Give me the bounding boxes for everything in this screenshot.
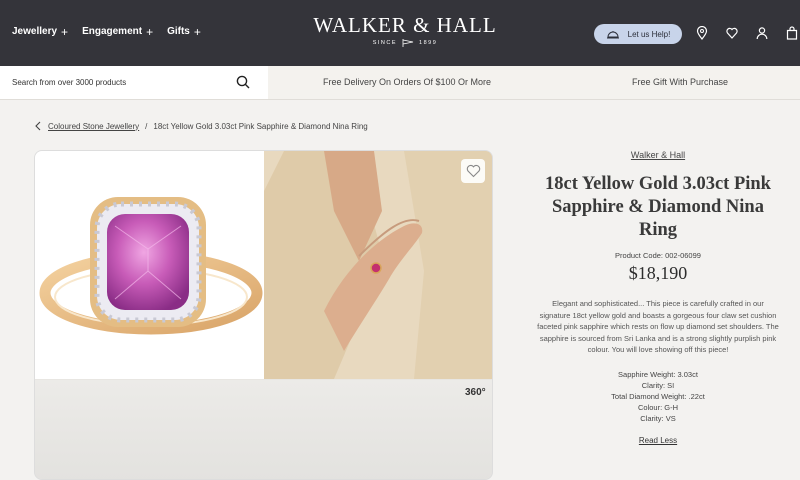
nav-icons	[696, 25, 798, 40]
view-360-label[interactable]: 360°	[465, 387, 486, 398]
brand-logo[interactable]: WALKER & HALL SINCE 1899	[300, 14, 510, 47]
bag-icon[interactable]	[786, 26, 798, 40]
plus-icon: +	[61, 24, 69, 39]
product-code: Product Code: 002-06099	[615, 251, 701, 260]
brand-name: WALKER & HALL	[313, 13, 497, 37]
since-year: 1899	[419, 40, 438, 46]
help-button[interactable]: Let us Help!	[594, 24, 682, 44]
product-gallery: 360°	[34, 150, 493, 480]
search-input[interactable]	[12, 78, 222, 87]
help-label: Let us Help!	[627, 29, 671, 39]
product-specs: Sapphire Weight: 3.03ct Clarity: SI Tota…	[533, 369, 783, 425]
promo-gift: Free Gift With Purchase	[632, 77, 729, 87]
heart-outline-icon	[466, 164, 480, 178]
product-title: 18ct Yellow Gold 3.03ct Pink Sapphire & …	[545, 174, 771, 240]
top-nav: Jewellery + Engagement + Gifts + WALKER …	[0, 0, 800, 66]
image-360-viewer[interactable]	[35, 380, 492, 479]
search-icon[interactable]	[236, 75, 250, 89]
cloche-icon	[606, 31, 619, 39]
heart-icon[interactable]	[726, 26, 738, 40]
spec-diamond-weight: Total Diamond Weight: .22ct	[611, 391, 705, 401]
product-info: Walker & Hall 18ct Yellow Gold 3.03ct Pi…	[533, 148, 783, 445]
brand-since: SINCE 1899	[300, 39, 510, 47]
ring-image[interactable]	[35, 151, 264, 379]
plus-icon: +	[146, 24, 154, 39]
spec-clarity: Clarity: SI	[641, 380, 675, 390]
favourite-button[interactable]	[461, 159, 485, 183]
read-less-link[interactable]: Read Less	[533, 436, 783, 445]
promo-delivery: Free Delivery On Orders Of $100 Or More	[323, 77, 492, 87]
product-description: Elegant and sophisticated... This piece …	[537, 299, 779, 354]
nav-item-gifts[interactable]: Gifts +	[167, 24, 201, 39]
model-image[interactable]	[264, 151, 492, 379]
brand-link[interactable]: Walker & Hall	[533, 150, 783, 160]
nav-item-label: Gifts	[167, 26, 190, 37]
product-price: $18,190	[628, 263, 688, 283]
search-box	[0, 66, 268, 99]
main-menu: Jewellery + Engagement + Gifts +	[12, 24, 201, 39]
spec-diamond-clarity: Clarity: VS	[640, 414, 676, 424]
since-label: SINCE	[372, 40, 398, 46]
location-icon[interactable]	[696, 25, 708, 40]
nav-item-jewellery[interactable]: Jewellery +	[12, 24, 69, 39]
chevron-left-icon[interactable]	[34, 121, 42, 131]
nav-item-engagement[interactable]: Engagement +	[82, 24, 154, 39]
promo-bar: Free Delivery On Orders Of $100 Or More …	[0, 66, 800, 100]
spec-sapphire-weight: Sapphire Weight: 3.03ct	[618, 369, 698, 379]
breadcrumb-link[interactable]: Coloured Stone Jewellery	[48, 122, 139, 131]
breadcrumb: Coloured Stone Jewellery / 18ct Yellow G…	[34, 121, 368, 131]
nav-item-label: Jewellery	[12, 26, 58, 37]
breadcrumb-separator: /	[145, 121, 148, 131]
account-icon[interactable]	[756, 26, 768, 40]
breadcrumb-current: 18ct Yellow Gold 3.03ct Pink Sapphire & …	[153, 121, 368, 131]
flag-icon	[402, 39, 414, 47]
spec-colour: Colour: G-H	[637, 403, 678, 413]
plus-icon: +	[193, 24, 201, 39]
nav-item-label: Engagement	[82, 26, 143, 37]
